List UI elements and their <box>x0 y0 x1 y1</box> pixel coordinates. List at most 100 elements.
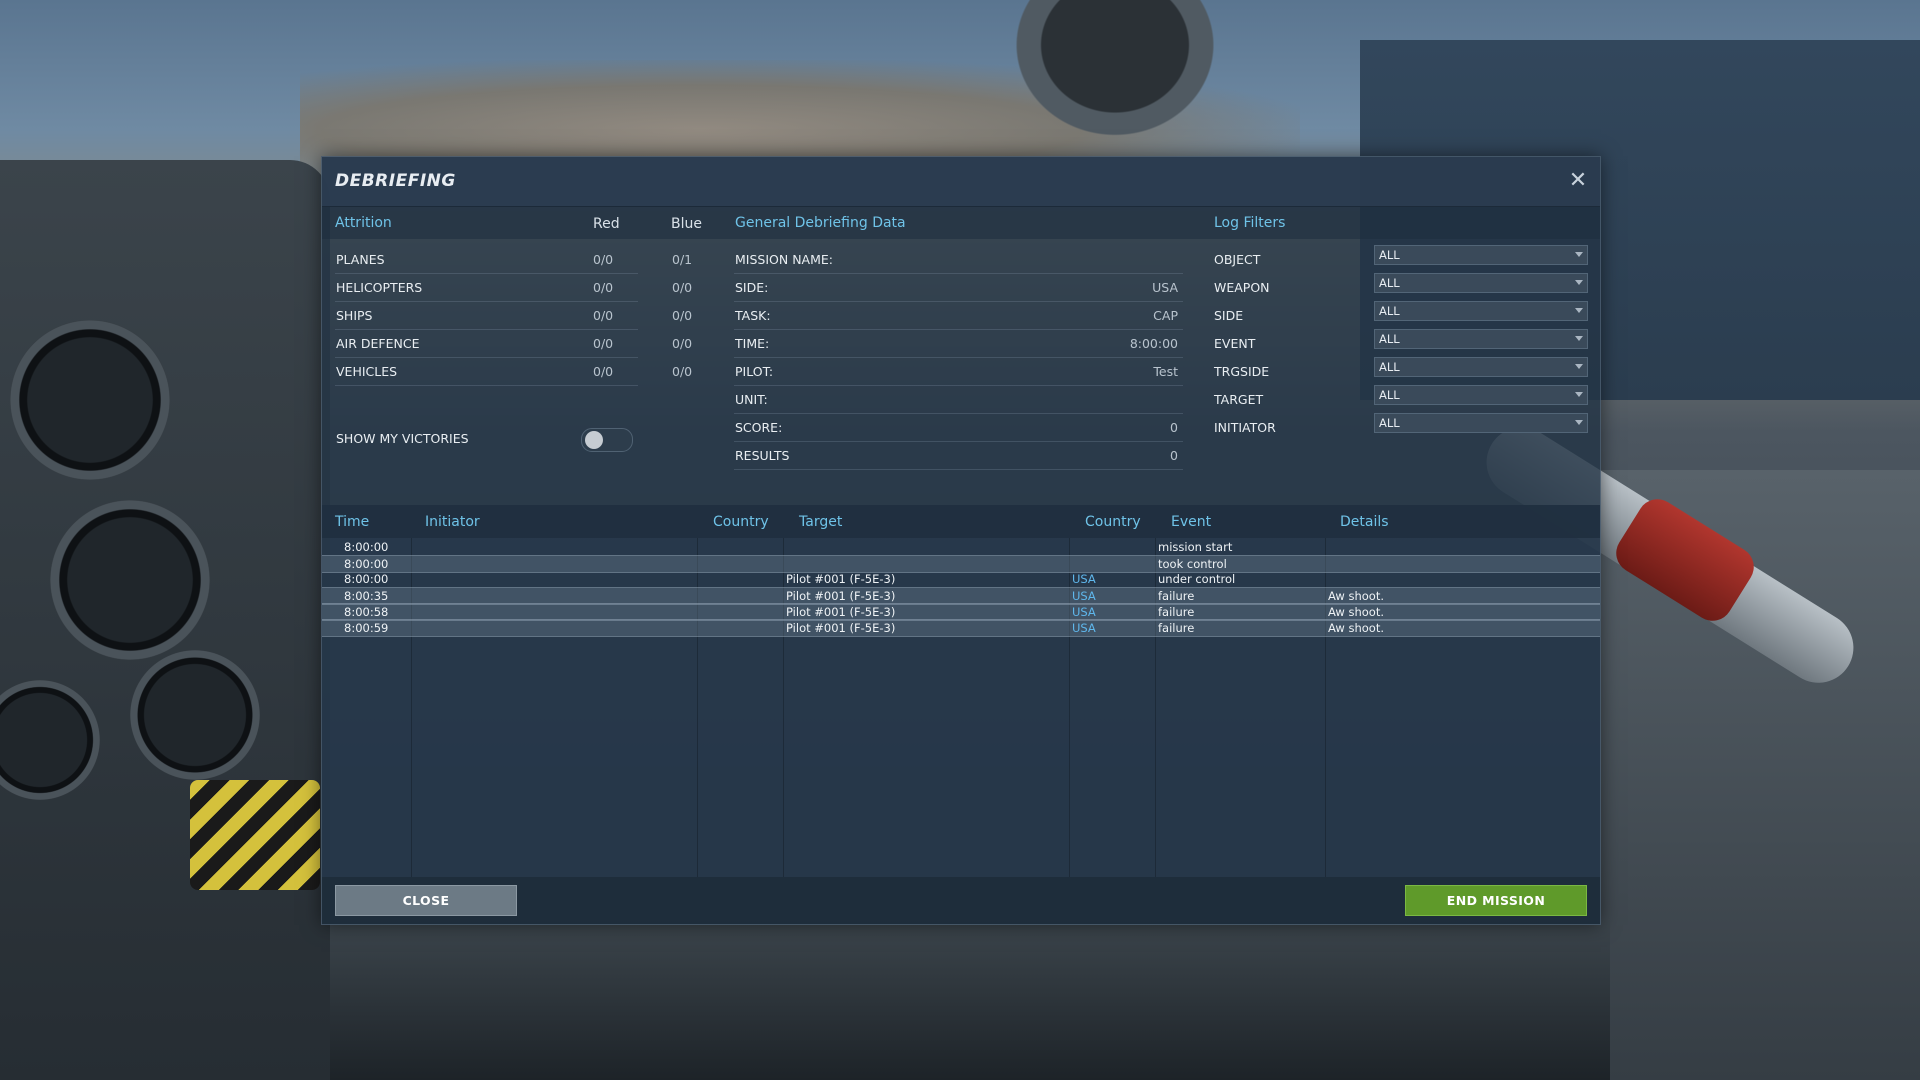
general-data-value: Test <box>1153 364 1178 379</box>
log-time: 8:00:58 <box>344 605 389 619</box>
general-data-row: UNIT: <box>734 385 1183 414</box>
attrition-red-value: 0/0 <box>593 308 614 323</box>
log-target-country[interactable]: USA <box>1072 605 1096 619</box>
col-target[interactable]: Target <box>799 514 842 530</box>
attrition-title: Attrition <box>335 215 392 231</box>
close-icon[interactable]: ✕ <box>1566 169 1590 193</box>
general-data-row: SIDE: USA <box>734 273 1183 302</box>
attrition-row: VEHICLES 0/0 0/0 <box>335 357 692 386</box>
attrition-row-label: VEHICLES <box>336 364 398 379</box>
log-filter-label: TARGET <box>1214 392 1264 407</box>
log-target-country[interactable]: USA <box>1072 589 1096 603</box>
attrition-row: SHIPS 0/0 0/0 <box>335 301 692 330</box>
log-time: 8:00:59 <box>344 621 389 635</box>
general-data-row: PILOT: Test <box>734 357 1183 386</box>
log-filter-value: ALL <box>1379 332 1400 346</box>
log-target-country[interactable]: USA <box>1072 572 1096 586</box>
attrition-red-value: 0/0 <box>593 364 614 379</box>
attrition-red-value: 0/0 <box>593 336 614 351</box>
log-filter-value: ALL <box>1379 416 1400 430</box>
log-filters-title: Log Filters <box>1214 215 1286 231</box>
event-log-table: Time Initiator Country Target Country Ev… <box>322 505 1600 877</box>
log-filter-row: TARGET ALL <box>1213 385 1589 413</box>
log-target: Pilot #001 (F-5E-3) <box>786 621 896 635</box>
log-time: 8:00:00 <box>344 572 389 586</box>
attrition-row-label: AIR DEFENCE <box>336 336 420 351</box>
log-filter-row: EVENT ALL <box>1213 329 1589 357</box>
chevron-down-icon <box>1575 308 1583 313</box>
general-data-row: TASK: CAP <box>734 301 1183 330</box>
attrition-blue-value: 0/0 <box>672 280 693 295</box>
log-filter-label: OBJECT <box>1214 252 1261 267</box>
log-filter-select[interactable]: ALL <box>1374 329 1588 349</box>
attrition-blue-value: 0/0 <box>672 336 693 351</box>
log-filter-select[interactable]: ALL <box>1374 413 1588 433</box>
log-event: failure <box>1158 621 1195 635</box>
log-filter-row: SIDE ALL <box>1213 301 1589 329</box>
log-filter-label: WEAPON <box>1214 280 1270 295</box>
log-time: 8:00:35 <box>344 589 389 603</box>
general-data-label: SCORE: <box>735 420 783 435</box>
log-target-country[interactable]: USA <box>1072 621 1096 635</box>
log-time: 8:00:00 <box>344 557 389 571</box>
dialog-titlebar: DEBRIEFING ✕ <box>322 157 1600 207</box>
log-filter-label: TRGSIDE <box>1214 364 1270 379</box>
log-filter-select[interactable]: ALL <box>1374 245 1588 265</box>
log-filter-row: OBJECT ALL <box>1213 245 1589 273</box>
attrition-row-label: PLANES <box>336 252 385 267</box>
chevron-down-icon <box>1575 280 1583 285</box>
log-filter-value: ALL <box>1379 276 1400 290</box>
table-row[interactable]: 8:00:00 Pilot #001 (F-5E-3) USA under contr… <box>322 571 1600 587</box>
standby-compass <box>1000 0 1230 150</box>
col-initiator[interactable]: Initiator <box>425 514 480 530</box>
log-filter-select[interactable]: ALL <box>1374 385 1588 405</box>
toggle-knob <box>585 431 603 449</box>
col-initiator-country[interactable]: Country <box>713 514 769 530</box>
general-data-row: RESULTS 0 <box>734 441 1183 470</box>
log-filter-value: ALL <box>1379 304 1400 318</box>
col-event[interactable]: Event <box>1171 514 1211 530</box>
general-data-label: MISSION NAME: <box>735 252 833 267</box>
chevron-down-icon <box>1575 336 1583 341</box>
general-data-value: CAP <box>1153 308 1178 323</box>
log-filter-row: WEAPON ALL <box>1213 273 1589 301</box>
chevron-down-icon <box>1575 420 1583 425</box>
gauge <box>50 500 210 660</box>
general-data-row: MISSION NAME: <box>734 245 1183 274</box>
log-details: Aw shoot. <box>1328 589 1384 603</box>
table-row[interactable]: 8:00:59 Pilot #001 (F-5E-3) USA failure Aw s… <box>322 619 1600 637</box>
col-target-country[interactable]: Country <box>1085 514 1141 530</box>
log-target: Pilot #001 (F-5E-3) <box>786 589 896 603</box>
general-data-value: 8:00:00 <box>1129 336 1178 351</box>
attrition-row: HELICOPTERS 0/0 0/0 <box>335 273 692 302</box>
log-filter-select[interactable]: ALL <box>1374 273 1588 293</box>
general-data-label: SIDE: <box>735 280 769 295</box>
general-data-value: 0 <box>1170 448 1178 463</box>
log-filter-select[interactable]: ALL <box>1374 357 1588 377</box>
log-filter-select[interactable]: ALL <box>1374 301 1588 321</box>
show-victories-toggle[interactable] <box>581 428 633 452</box>
col-time[interactable]: Time <box>335 514 369 530</box>
general-data-label: TASK: <box>735 308 771 323</box>
general-data-value: USA <box>1152 280 1178 295</box>
col-details[interactable]: Details <box>1340 514 1389 530</box>
table-row[interactable]: 8:00:00 mission start <box>322 539 1600 555</box>
attrition-red-value: 0/0 <box>593 252 614 267</box>
gauge <box>130 650 260 780</box>
attrition-blue-value: 0/0 <box>672 308 693 323</box>
attrition-col-red: Red <box>593 216 620 232</box>
log-details: Aw shoot. <box>1328 621 1384 635</box>
log-event: failure <box>1158 605 1195 619</box>
attrition-row-label: SHIPS <box>336 308 373 323</box>
attrition-row: AIR DEFENCE 0/0 0/0 <box>335 329 692 358</box>
attrition-row: PLANES 0/0 0/1 <box>335 245 692 274</box>
close-button[interactable]: CLOSE <box>335 885 517 916</box>
dialog-footer: CLOSE END MISSION <box>322 877 1600 924</box>
general-data-label: RESULTS <box>735 448 790 463</box>
log-filter-value: ALL <box>1379 388 1400 402</box>
section-header-strip <box>322 206 1600 239</box>
summary-area: Attrition Red Blue PLANES 0/0 0/1 HELICOPTE… <box>322 206 1600 505</box>
log-filter-label: EVENT <box>1214 336 1256 351</box>
end-mission-button[interactable]: END MISSION <box>1405 885 1587 916</box>
general-data-row: TIME: 8:00:00 <box>734 329 1183 358</box>
